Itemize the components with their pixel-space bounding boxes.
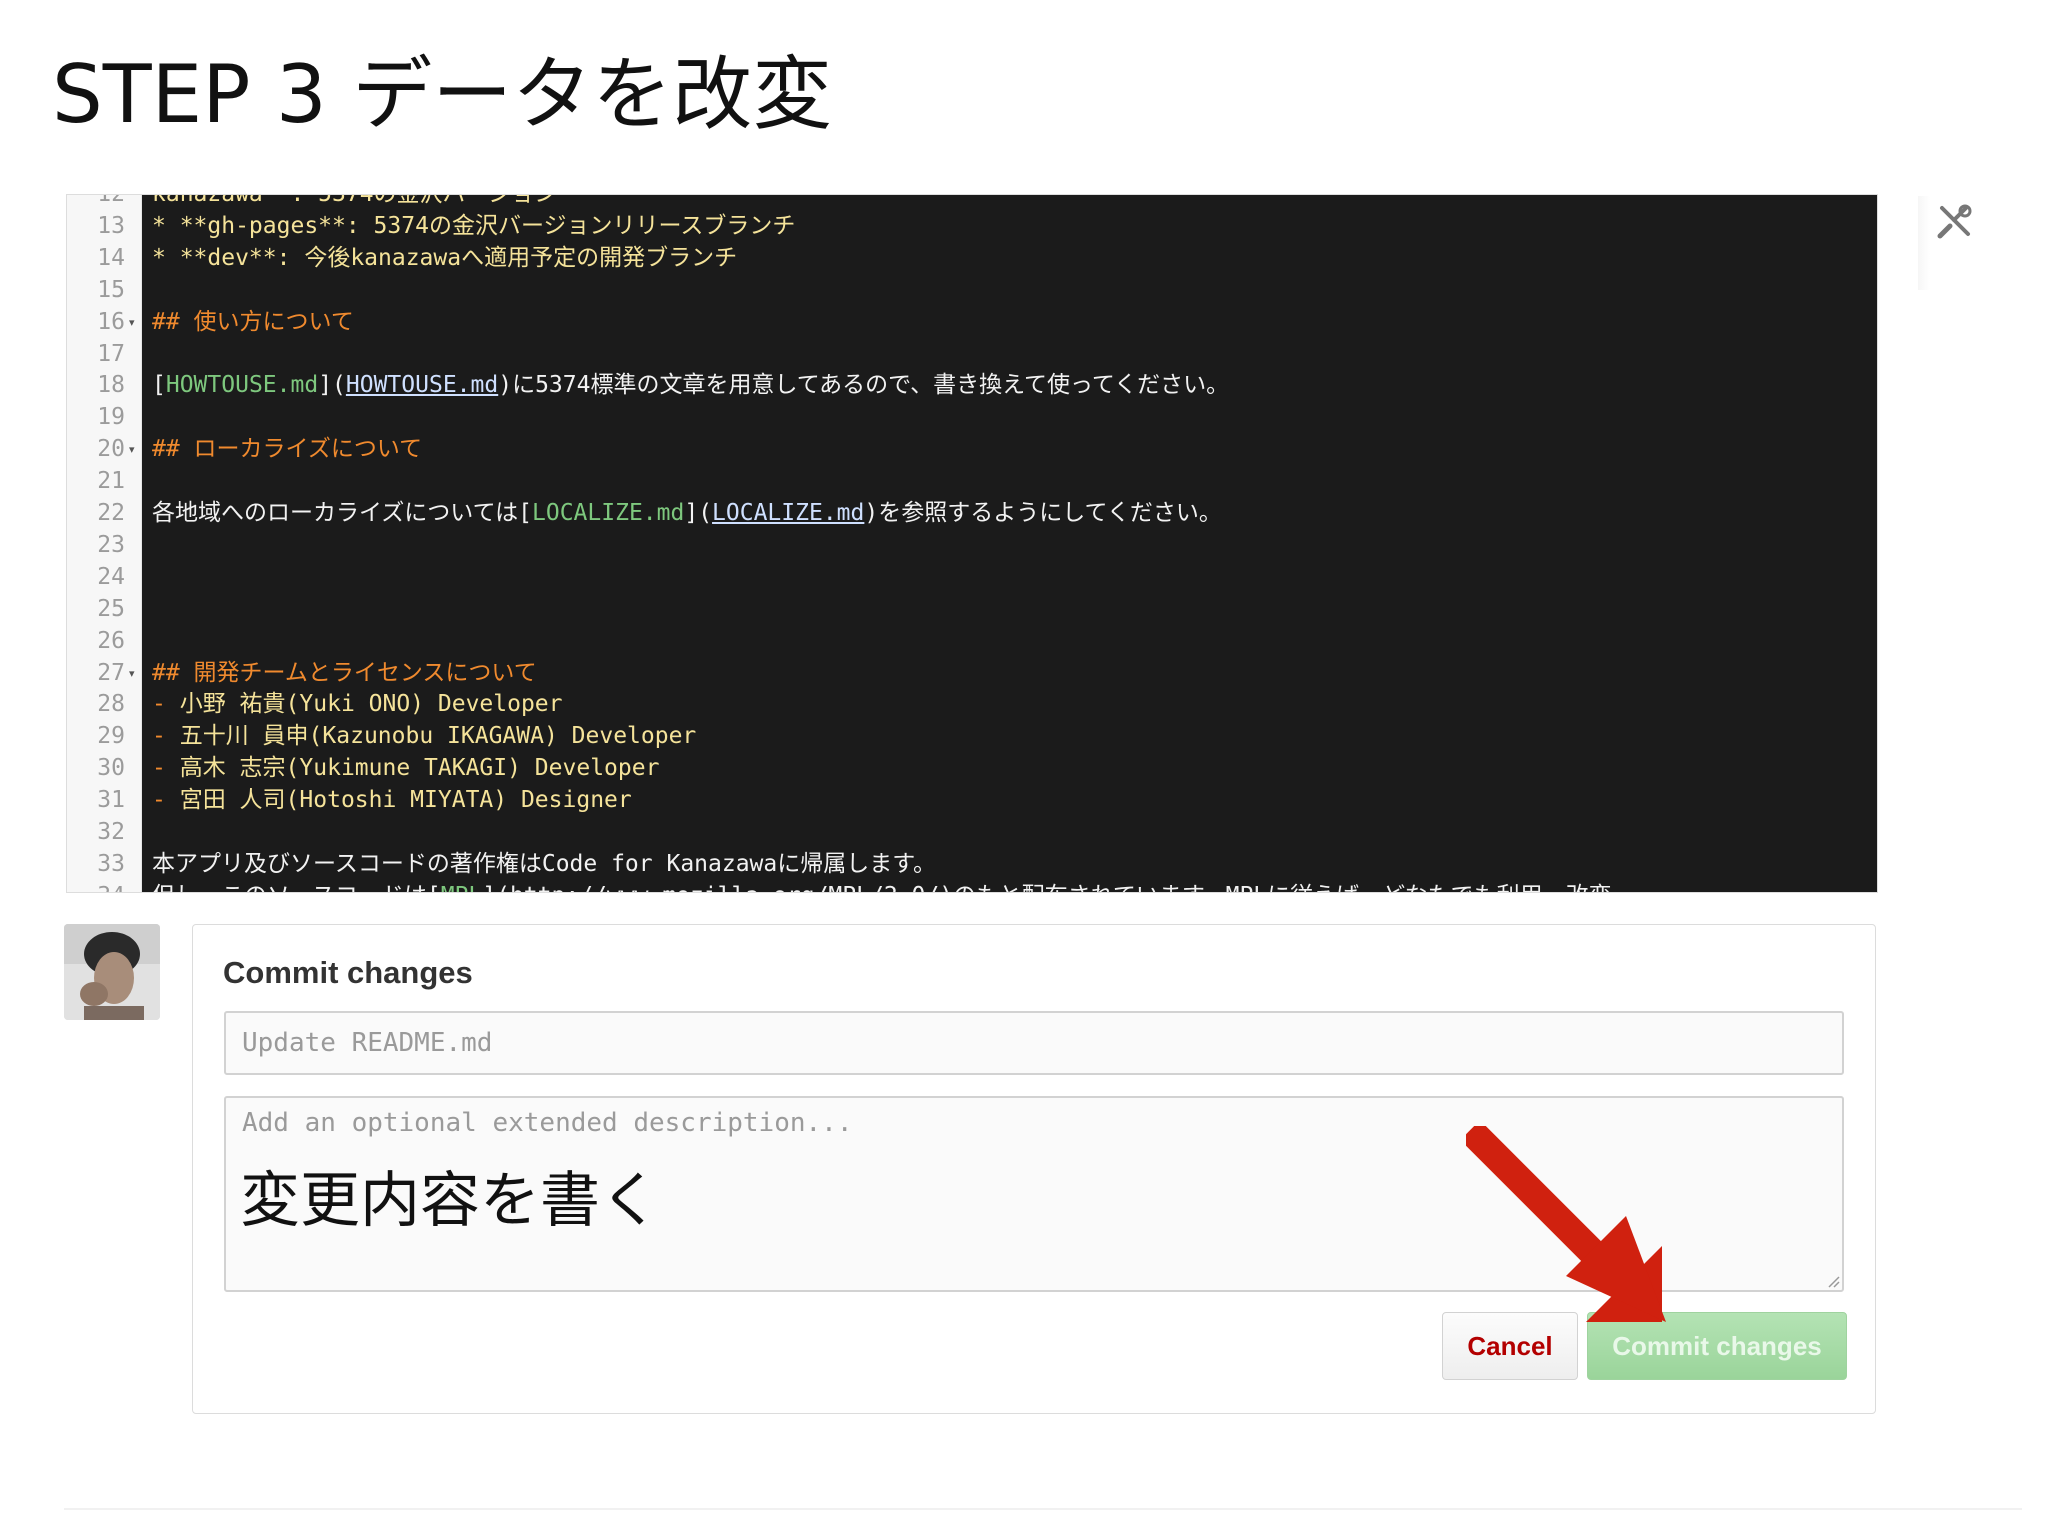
line-number: 34	[67, 881, 125, 892]
description-annotation: 変更内容を書く	[240, 1166, 660, 1236]
code-line: [HOWTOUSE.md](HOWTOUSE.md)に5374標準の文章を用意し…	[152, 370, 1229, 401]
fold-toggle-icon[interactable]: ▾	[129, 307, 139, 338]
code-token: -	[152, 787, 180, 814]
line-number: 13	[97, 212, 125, 239]
line-number: 20	[97, 436, 125, 463]
code-token: 高木 志宗(Yukimune TAKAGI) Developer	[179, 755, 660, 782]
line-number: 23	[97, 531, 125, 558]
code-line: 各地域へのローカライズについては[LOCALIZE.md](LOCALIZE.m…	[152, 498, 1222, 529]
code-line: * **dev**: 今後kanazawaへ適用予定の開発ブランチ	[152, 243, 737, 274]
line-number: 32	[97, 819, 125, 845]
code-token: kanazawa**: 5374の金沢バージョン	[152, 195, 557, 207]
code-token: )を参照するようにしてください。	[864, 500, 1222, 526]
line-number: 16	[97, 308, 125, 335]
line-gutter: 12 13 14 15 16 ▾ 17 18 19 20 ▾ 21 22 23 24 25 26 27 ▾ 28 29 3…	[67, 195, 142, 892]
tools-icon[interactable]	[1932, 200, 1976, 244]
code-token: LOCALIZE.md	[712, 500, 865, 526]
line-number: 19	[97, 404, 125, 431]
slide-title: STEP 3 データを改変	[52, 48, 833, 141]
line-number: 12	[97, 194, 125, 207]
code-token: ## 開発チームとライセンスについて	[152, 659, 537, 686]
code-token: [	[152, 372, 166, 399]
line-number: 14	[97, 244, 125, 271]
code-token: 本アプリ及びソースコードの著作権はCode for Kanazawaに帰属します…	[152, 850, 936, 877]
code-line: - 高木 志宗(Yukimune TAKAGI) Developer	[152, 753, 659, 784]
code-token: -	[152, 755, 180, 782]
code-line: kanazawa**: 5374の金沢バージョン	[152, 195, 557, 210]
line-number: 30	[97, 755, 125, 782]
code-token: ](http://www.mozilla.org/MPL/2.0/)のもと配布さ…	[482, 883, 1634, 892]
line-number: 27	[97, 659, 125, 686]
line-number: 31	[97, 787, 125, 814]
code-token: LOCALIZE.md	[532, 500, 685, 526]
line-number: 15	[97, 276, 125, 303]
code-token: 小野 祐貴(Yuki ONO) Developer	[179, 691, 563, 718]
avatar	[64, 924, 160, 1020]
code-token: -	[152, 691, 180, 718]
code-line: 但し、このソースコードは[MPL](http://www.mozilla.org…	[152, 881, 1635, 892]
line-number: 25	[97, 595, 125, 622]
code-token: 宮田 人司(Hotoshi MIYATA) Designer	[179, 787, 632, 814]
code-token: ## ローカライズについて	[152, 436, 423, 463]
code-line: 本アプリ及びソースコードの著作権はCode for Kanazawaに帰属します…	[152, 849, 936, 880]
code-token: HOWTOUSE.md	[165, 372, 319, 399]
line-number: 22	[97, 500, 125, 526]
line-number: 28	[97, 691, 125, 718]
code-token: * **gh-pages**: 5374の金沢バージョンリリースブランチ	[152, 212, 796, 239]
description-placeholder: Add an optional extended description...	[242, 1108, 853, 1138]
code-token: ## 使い方について	[152, 308, 354, 335]
code-area[interactable]: kanazawa**: 5374の金沢バージョン * **gh-pages**: …	[142, 195, 1877, 892]
code-token: 五十川 員申(Kazunobu IKAGAWA) Developer	[179, 723, 697, 750]
line-number: 24	[97, 563, 125, 590]
resize-grip-icon[interactable]	[1826, 1274, 1840, 1288]
commit-heading: Commit changes	[223, 955, 473, 990]
line-number: 26	[97, 627, 125, 654]
code-token: ](	[318, 372, 346, 399]
line-number: 17	[97, 340, 125, 367]
commit-summary-input[interactable]	[224, 1011, 1844, 1075]
code-line: ## ローカライズについて	[152, 434, 422, 465]
code-line: ## 使い方について	[152, 307, 354, 338]
code-line: - 小野 祐貴(Yuki ONO) Developer	[152, 689, 563, 720]
code-editor[interactable]: 12 13 14 15 16 ▾ 17 18 19 20 ▾ 21 22 23 24 25 26 27 ▾ 28 29 3…	[66, 194, 1878, 893]
code-line: - 五十川 員申(Kazunobu IKAGAWA) Developer	[152, 721, 696, 752]
code-token: ](	[684, 500, 713, 526]
code-token: )に5374標準の文章を用意してあるので、書き換えて使ってください。	[498, 372, 1230, 399]
code-token: -	[152, 723, 180, 750]
divider	[64, 1508, 2022, 1510]
red-arrow-icon	[1466, 1126, 1666, 1322]
code-token: HOWTOUSE.md	[345, 372, 499, 399]
line-number: 29	[97, 723, 125, 750]
line-number: 33	[97, 850, 125, 877]
line-number: 21	[97, 468, 125, 495]
line-number: 18	[97, 372, 125, 399]
code-line: * **gh-pages**: 5374の金沢バージョンリリースブランチ	[152, 211, 795, 242]
code-line: ## 開発チームとライセンスについて	[152, 658, 537, 689]
fold-toggle-icon[interactable]: ▾	[129, 434, 139, 465]
code-token: 各地域へのローカライズについては[	[152, 500, 533, 526]
fold-toggle-icon[interactable]: ▾	[129, 658, 139, 689]
code-line: - 宮田 人司(Hotoshi MIYATA) Designer	[152, 785, 632, 816]
code-token: * **dev**: 今後kanazawaへ適用予定の開発ブランチ	[152, 244, 738, 271]
code-token: MPL	[441, 883, 483, 892]
editor-sidebar-shadow	[1918, 196, 1930, 290]
code-token: 但し、このソースコードは[	[152, 883, 441, 892]
